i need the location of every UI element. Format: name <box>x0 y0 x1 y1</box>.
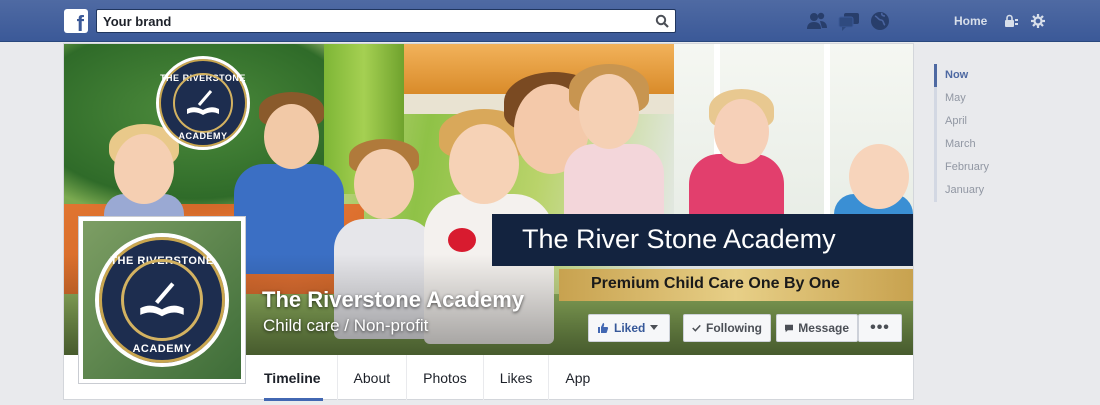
following-button[interactable]: Following <box>683 314 771 342</box>
page-name[interactable]: The Riverstone Academy <box>262 287 524 313</box>
tab-about[interactable]: About <box>338 355 408 401</box>
page-tabs: Timeline About Photos Likes App <box>250 355 606 401</box>
message-bubble-icon <box>785 324 794 332</box>
chevron-down-icon <box>650 325 659 330</box>
timeline-item-april[interactable]: April <box>934 110 1014 133</box>
search-icon[interactable] <box>655 14 669 28</box>
page-category[interactable]: Child care / Non-profit <box>263 316 428 336</box>
top-navigation-bar: f Home <box>0 0 1100 42</box>
message-label: Message <box>798 321 849 335</box>
book-pencil-icon <box>187 90 219 115</box>
cover-banner: The River Stone Academy <box>492 214 913 266</box>
messages-icon[interactable] <box>838 11 860 31</box>
academy-logo: THE RIVERSTONE ACADEMY <box>95 233 229 367</box>
timeline-item-january[interactable]: January <box>934 179 1014 202</box>
message-button[interactable]: Message <box>776 314 858 342</box>
friends-icon[interactable] <box>806 11 828 31</box>
logo-emblem <box>173 73 233 133</box>
profile-picture[interactable]: THE RIVERSTONE ACADEMY <box>78 216 246 384</box>
checkmark-icon <box>692 324 701 332</box>
banner-subtitle: Premium Child Care One By One <box>591 275 840 292</box>
more-options-button[interactable]: ••• <box>858 314 902 342</box>
search-box[interactable] <box>96 9 676 33</box>
logo-emblem <box>121 259 203 341</box>
timeline-item-february[interactable]: February <box>934 156 1014 179</box>
page-header-card: THE RIVERSTONE ACADEMY The River Stone A… <box>63 43 914 401</box>
tab-app[interactable]: App <box>549 355 606 401</box>
child-figure <box>449 124 519 204</box>
academy-logo: THE RIVERSTONE ACADEMY <box>156 56 250 150</box>
child-figure <box>114 134 174 204</box>
timeline-scrubber: Now May April March February January <box>934 64 1014 202</box>
child-figure <box>354 149 414 219</box>
home-link[interactable]: Home <box>954 14 987 28</box>
profile-image: THE RIVERSTONE ACADEMY <box>83 221 241 379</box>
tab-photos[interactable]: Photos <box>407 355 484 401</box>
child-figure <box>579 74 639 149</box>
search-input[interactable] <box>103 10 643 32</box>
book-pencil-icon <box>140 282 184 317</box>
child-figure <box>264 104 319 169</box>
timeline-item-march[interactable]: March <box>934 133 1014 156</box>
child-figure <box>714 99 769 164</box>
privacy-lock-icon[interactable] <box>1003 13 1019 29</box>
liked-button[interactable]: Liked <box>588 314 670 342</box>
timeline-item-may[interactable]: May <box>934 87 1014 110</box>
tab-likes[interactable]: Likes <box>484 355 550 401</box>
following-label: Following <box>706 321 762 335</box>
timeline-item-now[interactable]: Now <box>934 64 1014 87</box>
thumbs-up-icon <box>598 323 609 333</box>
window-frame <box>824 44 830 224</box>
child-figure <box>849 144 909 209</box>
banner-title: The River Stone Academy <box>522 224 836 254</box>
profile-logo-text-bottom: ACADEMY <box>132 343 192 355</box>
settings-gear-icon[interactable] <box>1030 13 1046 29</box>
tab-timeline[interactable]: Timeline <box>250 355 338 401</box>
facebook-logo-icon[interactable]: f <box>64 9 88 33</box>
heart-decoration <box>448 228 476 252</box>
liked-label: Liked <box>614 321 646 335</box>
notifications-globe-icon[interactable] <box>869 11 891 31</box>
cover-subbanner: Premium Child Care One By One <box>559 269 913 301</box>
logo-text-bottom: ACADEMY <box>178 131 228 141</box>
